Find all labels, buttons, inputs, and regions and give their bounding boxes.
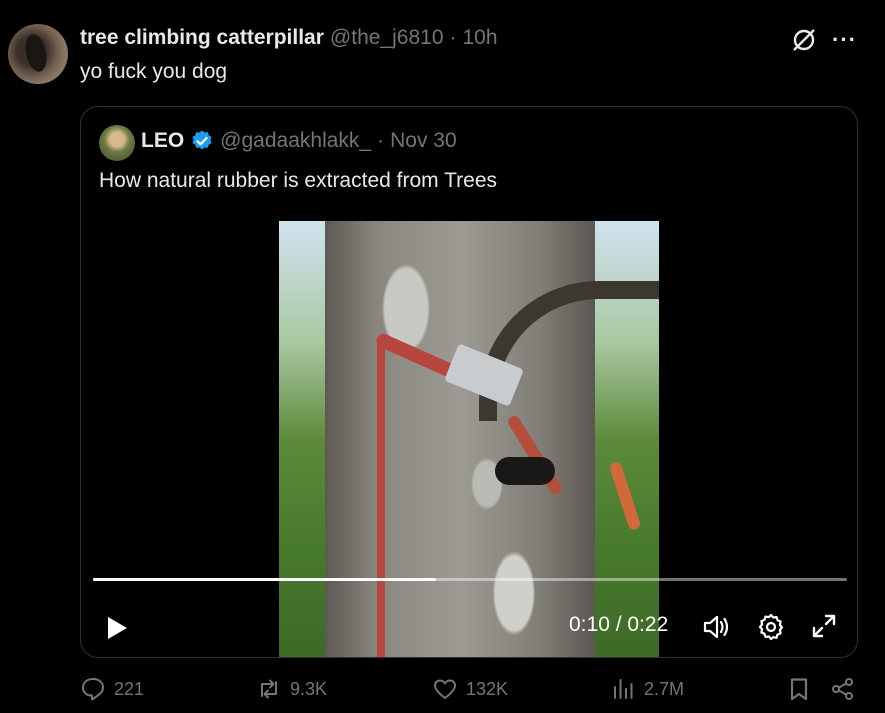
- author-display-name[interactable]: tree climbing catterpillar: [80, 26, 324, 50]
- tweet-action-bar: 221 9.3K 132K 2.7M: [80, 676, 860, 708]
- share-button[interactable]: [830, 676, 856, 702]
- views-count: 2.7M: [644, 678, 685, 699]
- video-frame: [279, 221, 659, 657]
- tree-trunk: [325, 221, 595, 657]
- repost-icon: [261, 679, 277, 699]
- quoted-tweet-card[interactable]: LEO @gadaakhlakk_ · Nov 30 How natural r…: [80, 106, 858, 658]
- reply-count: 221: [114, 678, 145, 699]
- caterpillar: [495, 457, 555, 485]
- verified-badge-icon: [192, 130, 212, 150]
- quoted-date[interactable]: Nov 30: [390, 129, 457, 153]
- quoted-author-avatar[interactable]: [99, 125, 135, 161]
- tweet-header: tree climbing catterpillar @the_j6810 · …: [80, 26, 498, 50]
- repost-button[interactable]: 9.3K: [256, 676, 327, 702]
- grok-icon[interactable]: [790, 26, 818, 54]
- video-time-readout: 0:10 / 0:22: [569, 613, 669, 636]
- header-separator: ·: [449, 26, 457, 49]
- quoted-tweet-text: How natural rubber is extracted from Tre…: [99, 169, 497, 192]
- video-progress-fill: [93, 578, 436, 581]
- share-icon: [832, 678, 853, 700]
- author-handle[interactable]: @the_j6810: [330, 26, 444, 50]
- quoted-separator: ·: [377, 129, 385, 152]
- volume-icon[interactable]: [701, 611, 733, 643]
- tweet-timestamp[interactable]: 10h: [463, 26, 498, 50]
- heart-icon: [434, 679, 456, 699]
- views-button[interactable]: 2.7M: [610, 676, 684, 702]
- video-progress-bar[interactable]: [93, 578, 847, 581]
- video-player[interactable]: 0:10 / 0:22: [81, 219, 857, 657]
- play-icon[interactable]: [101, 613, 131, 643]
- quoted-tweet-header: LEO @gadaakhlakk_ · Nov 30: [141, 129, 457, 153]
- fullscreen-icon[interactable]: [809, 611, 839, 641]
- like-count: 132K: [466, 678, 509, 699]
- more-options-icon[interactable]: ···: [832, 26, 858, 54]
- reply-button[interactable]: 221: [80, 676, 144, 702]
- latex-stream: [377, 341, 385, 657]
- tweet-text: yo fuck you dog: [80, 60, 228, 83]
- reply-icon: [82, 678, 104, 701]
- author-avatar[interactable]: [8, 24, 68, 84]
- bookmark-icon: [790, 678, 808, 701]
- quoted-author-display-name[interactable]: LEO: [141, 129, 184, 153]
- like-button[interactable]: 132K: [432, 676, 508, 702]
- orange-tube: [608, 460, 642, 532]
- analytics-icon: [614, 679, 633, 699]
- bookmark-button[interactable]: [786, 676, 812, 702]
- quoted-author-handle[interactable]: @gadaakhlakk_: [220, 129, 371, 153]
- settings-gear-icon[interactable]: [755, 611, 787, 643]
- repost-count: 9.3K: [290, 678, 328, 699]
